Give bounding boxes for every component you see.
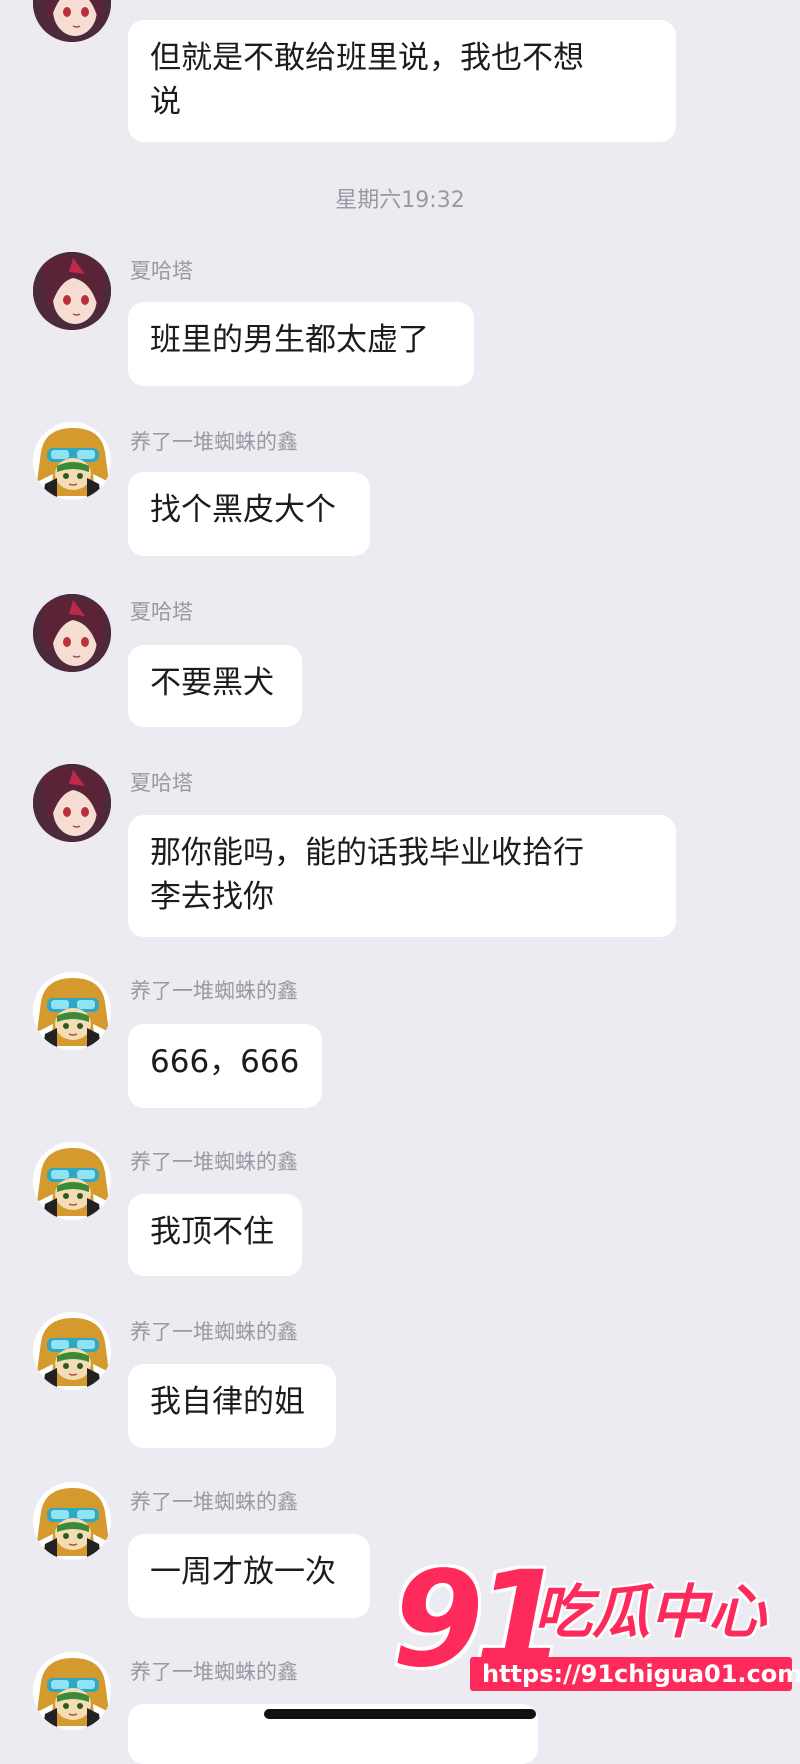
sender-name: 养了一堆蜘蛛的鑫: [130, 1320, 298, 1344]
girl-avatar-icon: [33, 252, 111, 330]
message-text: 我自律的姐: [150, 1384, 305, 1420]
message-bubble[interactable]: 我顶不住: [128, 1194, 302, 1276]
message-text: 我顶不住: [150, 1214, 274, 1250]
timestamp: 星期六19:32: [335, 188, 465, 213]
message-bubble[interactable]: 不要黑犬: [128, 645, 302, 727]
boy-avatar-icon: [33, 1312, 111, 1390]
message-text: 666，666: [150, 1044, 300, 1080]
watermark: 91 吃瓜中心 https://91chigua01.com: [392, 1545, 800, 1695]
boy-avatar-icon: [33, 972, 111, 1050]
sender-name: 夏哈塔: [130, 771, 193, 795]
avatar[interactable]: [33, 972, 111, 1050]
avatar[interactable]: [33, 1312, 111, 1390]
girl-avatar-icon: [33, 594, 111, 672]
boy-avatar-icon: [33, 1652, 111, 1730]
avatar[interactable]: [33, 594, 111, 672]
watermark-url: https://91chigua01.com: [470, 1657, 800, 1691]
boy-avatar-icon: [33, 422, 111, 500]
sender-name: 养了一堆蜘蛛的鑫: [130, 1660, 298, 1684]
sender-name: 夏哈塔: [130, 600, 193, 624]
avatar[interactable]: [33, 1652, 111, 1730]
watermark-title: 吃瓜中心: [534, 1578, 767, 1646]
home-indicator[interactable]: [264, 1709, 536, 1719]
girl-avatar-icon: [33, 764, 111, 842]
sender-name: 夏哈塔: [130, 259, 193, 283]
message-text: 但就是不敢给班里说，我也不想 说: [150, 40, 584, 120]
message-bubble[interactable]: 我自律的姐: [128, 1364, 336, 1448]
message-text: 班里的男生都太虚了: [150, 322, 429, 358]
message-bubble[interactable]: 一周才放一次: [128, 1534, 370, 1618]
avatar[interactable]: [33, 764, 111, 842]
avatar[interactable]: [33, 1482, 111, 1560]
message-bubble[interactable]: 666，666: [128, 1024, 322, 1108]
girl-avatar-icon: [33, 0, 111, 42]
sender-name: 养了一堆蜘蛛的鑫: [130, 1150, 298, 1174]
message-text: 不要黑犬: [150, 665, 274, 701]
avatar[interactable]: [33, 252, 111, 330]
message-bubble[interactable]: 但就是不敢给班里说，我也不想 说: [128, 20, 676, 142]
message-text: 那你能吗，能的话我毕业收拾行 李去找你: [150, 835, 584, 915]
message-bubble[interactable]: 班里的男生都太虚了: [128, 302, 474, 386]
boy-avatar-icon: [33, 1142, 111, 1220]
avatar[interactable]: [33, 422, 111, 500]
message-text: 找个黑皮大个: [150, 492, 336, 528]
message-bubble[interactable]: 那你能吗，能的话我毕业收拾行 李去找你: [128, 815, 676, 937]
avatar[interactable]: [33, 0, 111, 42]
sender-name: 养了一堆蜘蛛的鑫: [130, 430, 298, 454]
sender-name: 养了一堆蜘蛛的鑫: [130, 979, 298, 1003]
avatar[interactable]: [33, 1142, 111, 1220]
message-text: 一周才放一次: [150, 1554, 336, 1590]
message-bubble[interactable]: 找个黑皮大个: [128, 472, 370, 556]
boy-avatar-icon: [33, 1482, 111, 1560]
sender-name: 养了一堆蜘蛛的鑫: [130, 1490, 298, 1514]
